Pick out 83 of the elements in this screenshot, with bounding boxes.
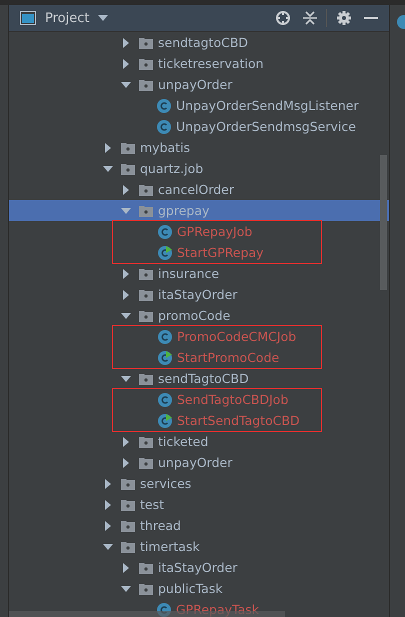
class-icon [158,224,172,238]
file-name: StartSendTagtoCBD [177,413,300,428]
folder-icon [139,58,153,70]
folder-icon [139,268,153,280]
expand-arrow-icon[interactable] [103,500,113,510]
expand-arrow-icon[interactable] [121,80,131,90]
expand-arrow-icon[interactable] [103,142,113,152]
tree-item[interactable]: insurance [9,263,389,284]
window-icon [20,11,36,25]
expand-arrow-icon[interactable] [121,290,131,300]
tree-item[interactable]: unpayOrder [9,452,389,473]
expand-arrow-icon[interactable] [103,542,113,552]
folder-icon [139,184,153,196]
tree-item[interactable]: test [9,494,389,515]
tree-item[interactable]: promoCode [9,305,389,326]
tree-item[interactable]: ticketed [9,431,389,452]
folder-icon [121,478,135,490]
tree-item[interactable]: quartz.job [9,158,389,179]
expand-arrow-icon[interactable] [103,520,113,530]
class-icon [157,120,171,134]
file-name: UnpayOrderSendmsgService [176,119,356,134]
file-name: UnpayOrderSendMsgListener [176,98,359,113]
file-name: PromoCodeCMCJob [177,329,296,344]
tree-item[interactable]: ticketreservation [9,53,389,74]
expand-arrow-icon[interactable] [121,584,131,594]
folder-icon [139,78,153,90]
folder-icon [121,162,135,174]
file-name: StartPromoCode [177,350,280,365]
expand-arrow-icon[interactable] [103,164,113,174]
tree-item[interactable]: thread [9,515,389,536]
locate-icon[interactable] [275,10,291,26]
folder-icon [139,310,153,322]
folder-icon [121,142,135,154]
folder-icon [139,562,153,574]
expand-arrow-icon[interactable] [121,310,131,320]
tree-item[interactable]: mybatis [9,137,389,158]
collapse-icon[interactable] [303,10,317,26]
tree-item[interactable]: sendTagtoCBD [9,368,389,389]
expand-arrow-icon[interactable] [121,184,131,194]
expand-arrow-icon[interactable] [121,562,131,572]
tree-item[interactable]: itaStayOrder [9,284,389,305]
expand-arrow-icon[interactable] [121,268,131,278]
folder-icon [139,582,153,594]
panel-title[interactable]: Project [45,10,90,26]
runnable-class-icon [158,350,172,364]
settings-icon[interactable] [336,10,352,26]
class-icon [157,98,171,112]
runnable-class-icon [158,414,172,428]
file-name: GPRepayJob [177,224,252,239]
folder-icon [121,540,135,552]
expand-arrow-icon[interactable] [121,58,131,68]
tree-item[interactable]: cancelOrder [9,179,389,200]
caret-icon[interactable] [98,15,108,21]
tree-item[interactable]: publicTask [9,578,389,599]
expand-arrow-icon[interactable] [121,458,131,468]
expand-arrow-icon[interactable] [121,436,131,446]
file-name: GPRepayTask [176,602,260,617]
folder-icon [121,520,135,532]
runnable-class-icon [158,246,172,260]
expand-arrow-icon[interactable] [121,374,131,384]
folder-icon [139,204,153,216]
class-icon [158,392,172,406]
tree-item[interactable]: UnpayOrderSendmsgService [9,116,389,137]
expand-arrow-icon[interactable] [121,38,131,48]
folder-icon [139,456,153,468]
file-name: SendTagtoCBDJob [177,392,288,407]
folder-icon [139,288,153,300]
file-name: StartGPRepay [177,245,264,260]
class-icon [158,330,172,344]
tree-item[interactable]: UnpayOrderSendMsgListener [9,95,389,116]
expand-arrow-icon[interactable] [121,206,131,216]
tree-item[interactable]: timertask [9,536,389,557]
tree-item[interactable]: sendtagtoCBD [9,32,389,53]
tree-item[interactable]: itaStayOrder [9,557,389,578]
tree-item[interactable]: services [9,473,389,494]
folder-icon [139,36,153,48]
scrollbar[interactable] [380,155,387,290]
folder-icon [139,372,153,384]
class-icon[interactable] [395,14,405,30]
folder-icon [121,498,135,510]
folder-icon [139,436,153,448]
expand-arrow-icon[interactable] [103,478,113,488]
tree-item[interactable]: unpayOrder [9,74,389,95]
